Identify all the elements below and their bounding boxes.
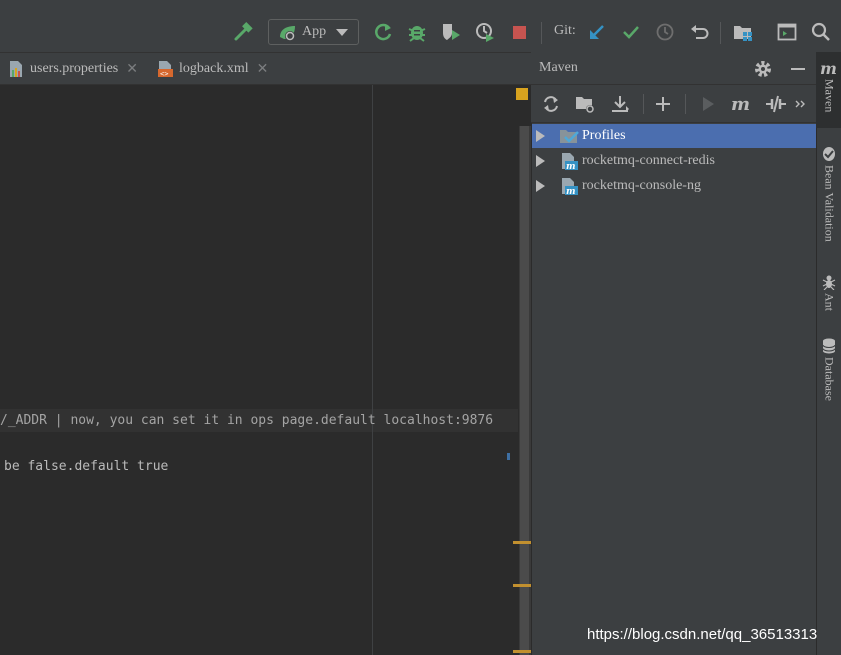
toolbar-separator xyxy=(685,94,686,114)
toolbar-separator xyxy=(720,22,721,44)
stripe-tab-label: Ant xyxy=(822,293,837,311)
code-editor[interactable] xyxy=(0,85,531,655)
expand-triangle-icon[interactable] xyxy=(536,155,545,167)
vcs-update-icon[interactable] xyxy=(585,20,609,44)
run-maven-build-icon[interactable] xyxy=(696,92,720,116)
run-configuration-label: App xyxy=(302,24,327,39)
vcs-commit-check-icon[interactable] xyxy=(619,20,643,44)
expand-triangle-icon[interactable] xyxy=(536,180,545,192)
bean-validation-icon xyxy=(823,147,835,161)
editor-scrollbar-thumb[interactable] xyxy=(520,126,529,655)
watermark-text: https://blog.csdn.net/qq_36513313 xyxy=(587,626,818,643)
build-hammer-icon[interactable] xyxy=(231,20,255,44)
minimize-icon[interactable] xyxy=(787,58,809,80)
close-icon[interactable]: ✕ xyxy=(126,61,138,77)
code-line: be false.default true xyxy=(4,459,169,474)
stripe-tab-label: Maven xyxy=(822,79,837,113)
more-actions-chevron-icon[interactable] xyxy=(792,92,810,116)
tree-item-rocketmq-console-ng[interactable]: m rocketmq-console-ng xyxy=(532,174,816,198)
debug-bug-icon[interactable] xyxy=(405,20,429,44)
stripe-tab-maven[interactable]: m Maven xyxy=(819,60,839,112)
database-icon xyxy=(822,338,836,354)
stripe-tab-label: Database xyxy=(822,357,837,401)
code-line: /_ADDR | now, you can set it in ops page… xyxy=(0,413,494,428)
svg-text:m: m xyxy=(566,187,576,195)
tab-label: logback.xml xyxy=(179,61,249,76)
run-with-coverage-icon[interactable] xyxy=(439,20,463,44)
right-margin-guide xyxy=(372,85,373,655)
expand-triangle-icon[interactable] xyxy=(536,130,545,142)
rollback-undo-icon[interactable] xyxy=(687,20,711,44)
maven-header: Maven xyxy=(531,52,816,85)
maven-title: Maven xyxy=(539,60,578,75)
download-sources-icon[interactable] xyxy=(608,92,632,116)
tree-item-label: rocketmq-console-ng xyxy=(582,178,701,193)
generate-sources-folder-icon[interactable] xyxy=(573,92,597,116)
terminal-window-icon[interactable] xyxy=(775,20,799,44)
search-icon[interactable] xyxy=(809,20,833,44)
toggle-offline-mode-icon[interactable] xyxy=(764,92,788,116)
vcs-history-clock-icon[interactable] xyxy=(653,20,677,44)
change-marker[interactable] xyxy=(507,453,510,460)
rerun-icon[interactable] xyxy=(371,20,395,44)
toolbar-separator xyxy=(643,94,644,114)
tree-item-rocketmq-connect-redis[interactable]: m rocketmq-connect-redis xyxy=(532,149,816,173)
warning-stripe-marker[interactable] xyxy=(513,650,531,653)
xml-file-icon: <> xyxy=(158,61,173,78)
svg-text:m: m xyxy=(820,60,837,76)
ant-icon xyxy=(822,275,836,290)
stripe-tab-bean-validation[interactable]: Bean Validation xyxy=(819,146,839,242)
tree-item-profiles[interactable]: Profiles xyxy=(532,124,816,148)
maven-module-icon: m xyxy=(562,153,578,170)
run-configuration-dropdown[interactable]: App xyxy=(268,19,359,45)
inspection-warning-icon[interactable] xyxy=(516,88,528,100)
execute-maven-goal-icon[interactable]: m xyxy=(730,92,754,116)
maven-toolbar: m xyxy=(531,85,816,123)
warning-stripe-marker[interactable] xyxy=(513,584,531,587)
properties-file-icon xyxy=(10,61,22,77)
tab-label: users.properties xyxy=(30,61,119,76)
main-toolbar: App Git: xyxy=(0,0,841,52)
git-label: Git: xyxy=(554,23,576,38)
close-icon[interactable]: ✕ xyxy=(257,61,269,77)
maven-module-icon: m xyxy=(562,178,578,195)
spring-boot-icon xyxy=(280,26,295,41)
stripe-tab-label: Bean Validation xyxy=(822,165,837,242)
svg-text:m: m xyxy=(566,162,576,170)
gear-icon[interactable] xyxy=(752,58,774,80)
chevron-down-icon xyxy=(336,29,348,36)
tree-item-label: Profiles xyxy=(582,128,626,143)
editor-tab-bar: users.properties ✕ <> logback.xml ✕ xyxy=(0,52,531,85)
tree-item-label: rocketmq-connect-redis xyxy=(582,153,715,168)
stripe-tab-ant[interactable]: Ant xyxy=(819,274,839,311)
svg-text:<>: <> xyxy=(160,70,168,78)
warning-stripe-marker[interactable] xyxy=(513,541,531,544)
stop-icon[interactable] xyxy=(507,20,531,44)
add-maven-project-icon[interactable] xyxy=(651,92,675,116)
profile-icon[interactable] xyxy=(473,20,497,44)
project-structure-icon[interactable] xyxy=(731,20,755,44)
profiles-folder-icon xyxy=(560,130,579,143)
svg-text:m: m xyxy=(731,94,750,114)
toolbar-separator xyxy=(541,22,542,44)
maven-icon: m xyxy=(820,60,837,76)
tab-users-properties[interactable]: users.properties ✕ xyxy=(8,53,138,85)
stripe-tab-database[interactable]: Database xyxy=(819,338,839,401)
tab-logback-xml[interactable]: <> logback.xml ✕ xyxy=(157,53,268,85)
reimport-refresh-icon[interactable] xyxy=(539,92,563,116)
